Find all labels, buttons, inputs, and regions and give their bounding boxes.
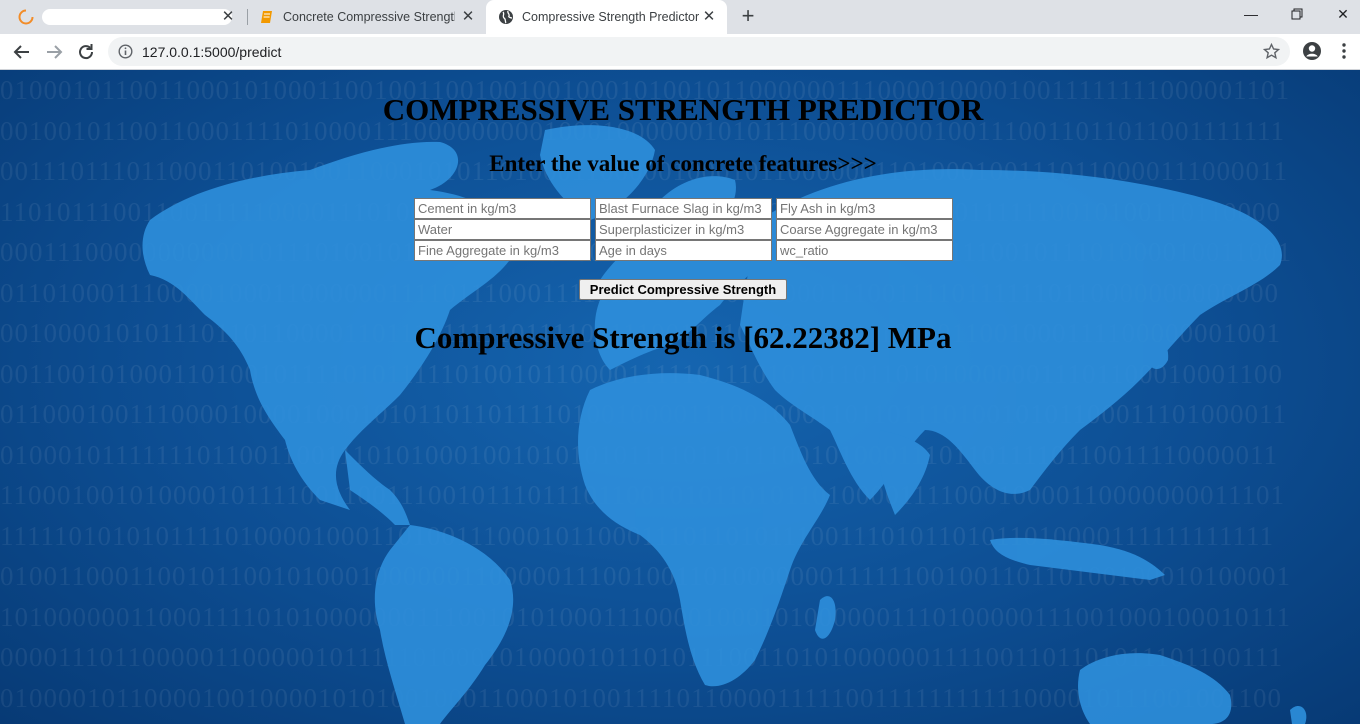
menu-dots-icon[interactable] bbox=[1336, 42, 1352, 60]
back-arrow-icon[interactable] bbox=[11, 41, 33, 63]
reload-icon[interactable] bbox=[75, 41, 97, 63]
water-input[interactable] bbox=[414, 219, 591, 240]
tab-strength-predictor[interactable]: Compressive Strength Predictor ✕ bbox=[486, 0, 727, 34]
blast-furnace-slag-input[interactable] bbox=[595, 198, 772, 219]
tab-concrete-strength[interactable]: Concrete Compressive Strength - ✕ bbox=[250, 0, 486, 34]
page-title: COMPRESSIVE STRENGTH PREDICTOR bbox=[382, 92, 984, 127]
predict-button[interactable]: Predict Compressive Strength bbox=[579, 279, 787, 300]
forward-arrow-icon[interactable] bbox=[43, 41, 65, 63]
bookmark-star-icon[interactable] bbox=[1263, 43, 1280, 60]
close-icon[interactable]: ✕ bbox=[460, 9, 476, 25]
notebook-icon bbox=[261, 11, 272, 23]
age-input[interactable] bbox=[595, 240, 772, 261]
redacted-title bbox=[42, 9, 232, 25]
new-tab-plus-icon[interactable]: + bbox=[737, 5, 759, 28]
close-icon[interactable]: ✕ bbox=[701, 9, 717, 25]
account-icon[interactable] bbox=[1302, 41, 1322, 61]
url-text: 127.0.0.1:5000/predict bbox=[142, 44, 282, 60]
spinner-icon bbox=[18, 9, 34, 25]
close-icon[interactable]: ✕ bbox=[220, 9, 236, 25]
cement-input[interactable] bbox=[414, 198, 591, 219]
fly-ash-input[interactable] bbox=[776, 198, 953, 219]
form-instructions: Enter the value of concrete features>>> bbox=[489, 151, 877, 176]
globe-icon bbox=[499, 10, 513, 24]
address-bar[interactable]: 127.0.0.1:5000/predict bbox=[108, 37, 1290, 66]
restore-icon[interactable] bbox=[1287, 4, 1307, 24]
tab-title: Compressive Strength Predictor bbox=[522, 10, 700, 24]
coarse-aggregate-input[interactable] bbox=[776, 219, 953, 240]
page-viewport: 0100010110011000101000110010011001001001… bbox=[0, 70, 1360, 724]
tab-divider bbox=[247, 9, 248, 25]
wc-ratio-input[interactable] bbox=[776, 240, 953, 261]
window-close-icon[interactable]: ✕ bbox=[1333, 4, 1353, 24]
minimize-icon[interactable]: — bbox=[1241, 4, 1261, 24]
tab-title: Concrete Compressive Strength - bbox=[283, 10, 455, 24]
tab-strip: ✕ Concrete Compressive Strength - ✕ Comp… bbox=[0, 0, 1360, 34]
browser-toolbar: 127.0.0.1:5000/predict bbox=[0, 34, 1360, 70]
prediction-result: Compressive Strength is [62.22382] MPa bbox=[414, 320, 952, 355]
superplasticizer-input[interactable] bbox=[595, 219, 772, 240]
tab-redacted[interactable]: ✕ bbox=[10, 0, 246, 34]
info-icon[interactable] bbox=[118, 44, 133, 59]
fine-aggregate-input[interactable] bbox=[414, 240, 591, 261]
